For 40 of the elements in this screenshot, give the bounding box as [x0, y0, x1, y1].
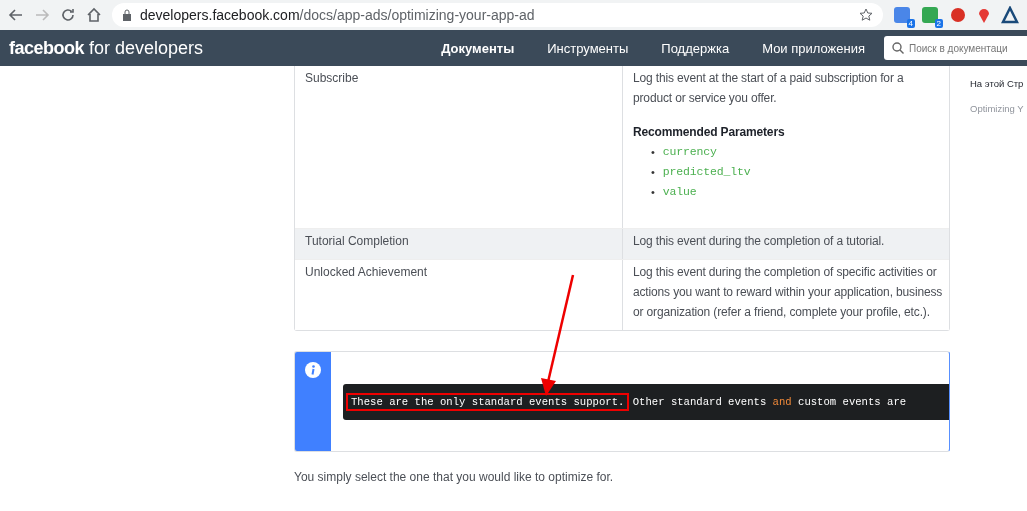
bullet: •	[651, 165, 655, 180]
bullet: •	[651, 145, 655, 160]
lock-icon	[122, 9, 132, 21]
extension-badge: 2	[934, 19, 943, 28]
nav-link[interactable]: Поддержка	[661, 40, 730, 56]
event-name: Subscribe	[305, 71, 359, 85]
logo[interactable]: facebook for developers	[9, 37, 204, 59]
event-description: Log this event during the completion of a tutorial.	[633, 233, 886, 250]
event-description: Log this event at the start of a paid subscription for a product or service you offer.	[633, 70, 905, 107]
url-path: /docs/app-ads/optimizing-your-app-ad	[299, 7, 535, 23]
search-icon	[892, 42, 904, 54]
address-bar[interactable]: developers.facebook.com/docs/app-ads/optimizing-your-app-ad	[112, 3, 883, 27]
url-host: developers.facebook.com	[140, 7, 300, 23]
parameter-name: predicted_ltv	[662, 164, 751, 180]
extension-badge: 4	[906, 19, 915, 28]
triangle-icon[interactable]	[1001, 6, 1019, 24]
reload-icon[interactable]	[60, 7, 76, 23]
event-description: Log this event during the completion of specific activities or actions you want to reward within your application, business or organization (refer a friend, complete your profile, etc.).	[633, 264, 944, 321]
event-name: Unlocked Achievement	[305, 265, 428, 279]
extension-icon[interactable]	[949, 6, 967, 24]
code-block: These are the only standard events support. Other standard events and custom events are	[343, 384, 949, 420]
star-icon[interactable]	[859, 8, 873, 22]
nav-link[interactable]: Мои приложения	[762, 40, 865, 56]
search-field[interactable]: Поиск в документаци	[884, 36, 1027, 60]
parameter-name: value	[662, 184, 697, 200]
nav-link[interactable]: Инструменты	[547, 40, 629, 56]
toc-title: На этой Стр	[970, 78, 1025, 89]
extension-icon[interactable]	[893, 6, 911, 24]
back-icon[interactable]	[8, 7, 24, 23]
nav-link[interactable]: Документы	[441, 40, 515, 56]
body-paragraph: You simply select the one that you would like to optimize for.	[294, 470, 615, 484]
home-icon[interactable]	[86, 7, 102, 23]
info-icon	[305, 362, 321, 378]
parameter-name: currency	[662, 144, 717, 160]
search-input[interactable]: Поиск в документаци	[909, 42, 1023, 54]
bullet: •	[651, 185, 655, 200]
parameters-heading: Recommended Parameters	[633, 124, 786, 141]
extension-icon[interactable]	[921, 6, 939, 24]
event-name: Tutorial Completion	[305, 234, 409, 248]
pin-icon[interactable]	[977, 6, 991, 24]
